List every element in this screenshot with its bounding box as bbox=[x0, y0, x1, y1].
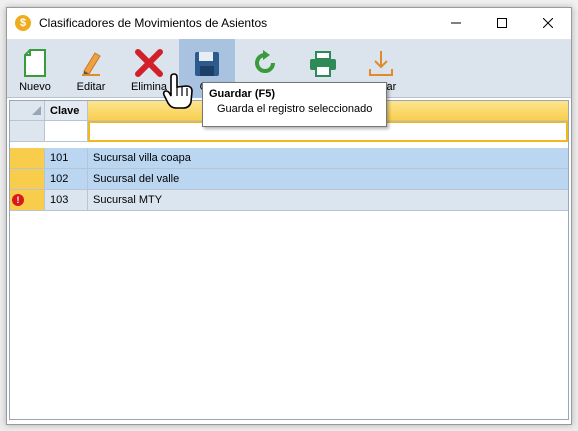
maximize-icon bbox=[497, 18, 507, 28]
table-row[interactable]: ! 103 Sucursal MTY bbox=[10, 190, 568, 211]
cell-descripcion[interactable]: Sucursal villa coapa bbox=[88, 148, 568, 169]
close-button[interactable] bbox=[525, 8, 571, 38]
row-indicator[interactable] bbox=[10, 148, 45, 169]
row-indicator[interactable] bbox=[10, 169, 45, 190]
window-controls bbox=[433, 8, 571, 38]
table-row[interactable]: 102 Sucursal del valle bbox=[10, 169, 568, 190]
app-dollar-icon: $ bbox=[15, 15, 31, 31]
red-x-icon bbox=[135, 39, 163, 77]
hand-pointer-icon bbox=[162, 72, 196, 113]
cell-descripcion[interactable]: Sucursal MTY bbox=[88, 190, 568, 211]
error-icon: ! bbox=[12, 194, 24, 206]
save-tooltip: Guardar (F5) Guarda el registro seleccio… bbox=[202, 82, 387, 127]
new-button[interactable]: Nuevo bbox=[9, 39, 61, 98]
tooltip-description: Guarda el registro seleccionado bbox=[217, 103, 373, 115]
data-grid[interactable]: Clave 101 Sucursal villa coapa 102 Sucur… bbox=[9, 100, 569, 420]
dialog-window: $ Clasificadores de Movimientos de Asien… bbox=[6, 7, 572, 425]
filter-clave-input[interactable] bbox=[45, 121, 88, 142]
cell-clave[interactable]: 102 bbox=[45, 169, 88, 190]
minimize-icon bbox=[451, 22, 461, 24]
edit-button[interactable]: Editar bbox=[65, 39, 117, 98]
floppy-disk-icon bbox=[194, 39, 220, 77]
filter-row-indicator bbox=[10, 121, 45, 142]
window-title: Clasificadores de Movimientos de Asiento… bbox=[39, 16, 268, 30]
cell-clave[interactable]: 101 bbox=[45, 148, 88, 169]
corner-triangle-icon bbox=[32, 106, 41, 115]
minimize-button[interactable] bbox=[433, 8, 479, 38]
pencil-icon bbox=[80, 39, 102, 77]
maximize-button[interactable] bbox=[479, 8, 525, 38]
row-indicator[interactable]: ! bbox=[10, 190, 45, 211]
column-header-clave[interactable]: Clave bbox=[45, 101, 88, 121]
title-bar: $ Clasificadores de Movimientos de Asien… bbox=[7, 8, 571, 38]
printer-icon bbox=[309, 39, 337, 77]
cell-clave[interactable]: 103 bbox=[45, 190, 88, 211]
cell-descripcion[interactable]: Sucursal del valle bbox=[88, 169, 568, 190]
table-row[interactable]: 101 Sucursal villa coapa bbox=[10, 148, 568, 169]
select-all-corner[interactable] bbox=[10, 101, 45, 121]
close-icon bbox=[543, 18, 553, 28]
tooltip-title: Guardar (F5) bbox=[209, 88, 276, 100]
new-document-icon bbox=[24, 39, 46, 77]
refresh-icon bbox=[251, 39, 279, 77]
download-icon bbox=[367, 39, 395, 77]
